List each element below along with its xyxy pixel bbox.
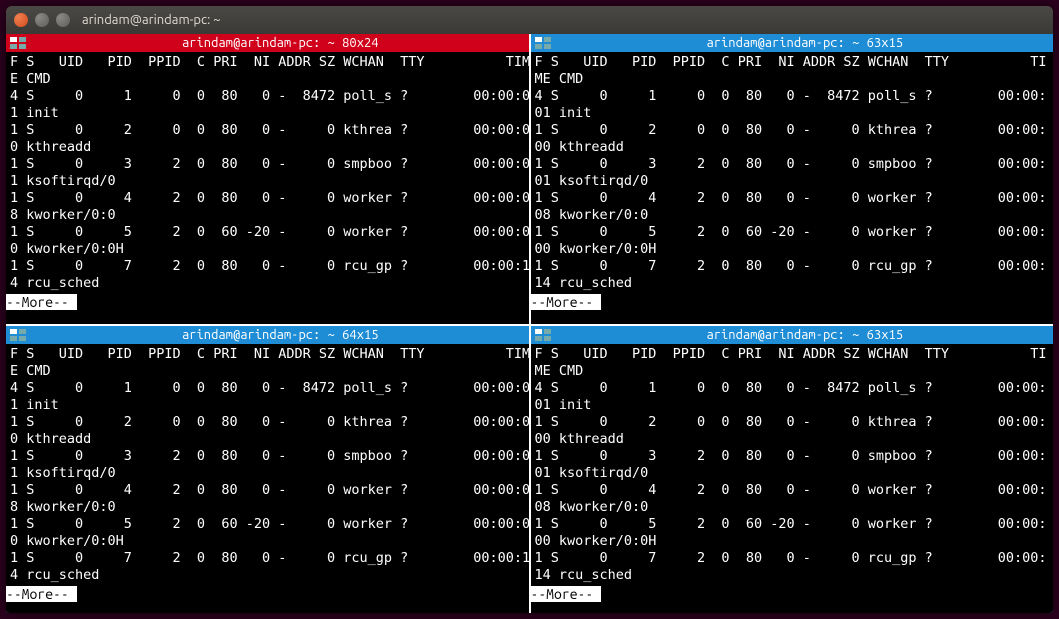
window-title: arindam@arindam-pc: ~ (82, 13, 221, 27)
terminal-body: arindam@arindam-pc: ~ 80x24 F S UID PID P… (6, 34, 1053, 613)
pane-content[interactable]: F S UID PID PPID C PRI NI ADDR SZ WCHAN … (531, 344, 1054, 586)
pane-layout-icon (10, 329, 30, 341)
pane-content[interactable]: F S UID PID PPID C PRI NI ADDR SZ WCHAN … (6, 344, 529, 586)
window-controls (14, 13, 70, 27)
pane-titlebar[interactable]: arindam@arindam-pc: ~ 63x15 (531, 34, 1054, 52)
pane-1[interactable]: arindam@arindam-pc: ~ 63x15 F S UID PID P… (531, 34, 1054, 324)
pane-content[interactable]: F S UID PID PPID C PRI NI ADDR SZ WCHAN … (6, 52, 529, 294)
pane-titlebar[interactable]: arindam@arindam-pc: ~ 80x24 (6, 34, 529, 52)
more-prompt[interactable]: --More-- (6, 294, 529, 310)
pane-title: arindam@arindam-pc: ~ 80x24 (36, 36, 525, 50)
pane-layout-icon (10, 37, 30, 49)
close-icon[interactable] (14, 13, 28, 27)
minimize-icon[interactable] (35, 13, 49, 27)
terminal-window: arindam@arindam-pc: ~ arindam@arindam-pc… (6, 6, 1053, 613)
window-titlebar[interactable]: arindam@arindam-pc: ~ (6, 6, 1053, 34)
split-grid: arindam@arindam-pc: ~ 80x24 F S UID PID P… (6, 34, 1053, 613)
pane-content[interactable]: F S UID PID PPID C PRI NI ADDR SZ WCHAN … (531, 52, 1054, 294)
maximize-icon[interactable] (56, 13, 70, 27)
pane-titlebar[interactable]: arindam@arindam-pc: ~ 63x15 (531, 326, 1054, 344)
pane-layout-icon (535, 37, 555, 49)
more-prompt[interactable]: --More-- (531, 586, 1054, 602)
more-prompt[interactable]: --More-- (6, 586, 529, 602)
pane-titlebar[interactable]: arindam@arindam-pc: ~ 64x15 (6, 326, 529, 344)
pane-layout-icon (535, 329, 555, 341)
more-prompt[interactable]: --More-- (531, 294, 1054, 310)
pane-title: arindam@arindam-pc: ~ 63x15 (561, 328, 1050, 342)
pane-0[interactable]: arindam@arindam-pc: ~ 80x24 F S UID PID P… (6, 34, 529, 324)
pane-title: arindam@arindam-pc: ~ 63x15 (561, 36, 1050, 50)
pane-3[interactable]: arindam@arindam-pc: ~ 63x15 F S UID PID P… (531, 326, 1054, 613)
pane-title: arindam@arindam-pc: ~ 64x15 (36, 328, 525, 342)
pane-2[interactable]: arindam@arindam-pc: ~ 64x15 F S UID PID P… (6, 326, 529, 613)
